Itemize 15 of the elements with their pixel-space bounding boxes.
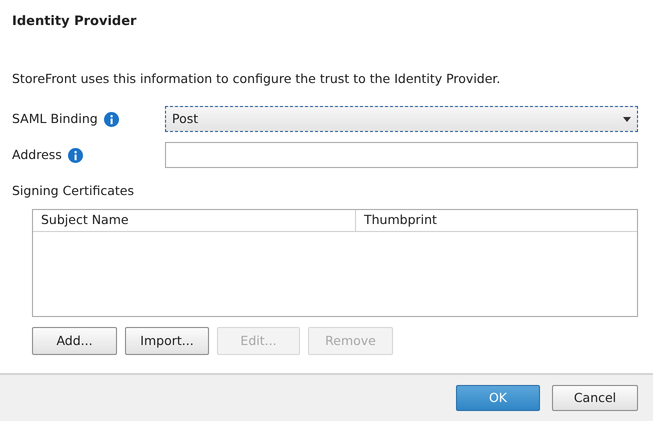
address-field[interactable] bbox=[165, 142, 638, 168]
section-label: Signing Certificates bbox=[12, 182, 134, 200]
description-text: StoreFront uses this information to configure the trust to the Identity Provider. bbox=[12, 70, 500, 88]
binding-dropdown[interactable]: Post bbox=[165, 106, 638, 132]
dialog-button[interactable]: Cancel bbox=[552, 385, 638, 411]
action-button[interactable]: Import... bbox=[125, 327, 209, 355]
column-header[interactable]: Subject Name bbox=[33, 210, 356, 231]
column-header[interactable]: Thumbprint bbox=[356, 210, 637, 231]
dialog-title: Identity Provider bbox=[12, 13, 136, 31]
field-label: Address bbox=[12, 146, 62, 164]
caret-icon bbox=[623, 116, 631, 122]
field-label: SAML Binding bbox=[12, 110, 98, 128]
action-button[interactable]: Add... bbox=[32, 327, 117, 355]
info-icon[interactable] bbox=[104, 112, 119, 127]
info-icon[interactable] bbox=[68, 148, 83, 163]
